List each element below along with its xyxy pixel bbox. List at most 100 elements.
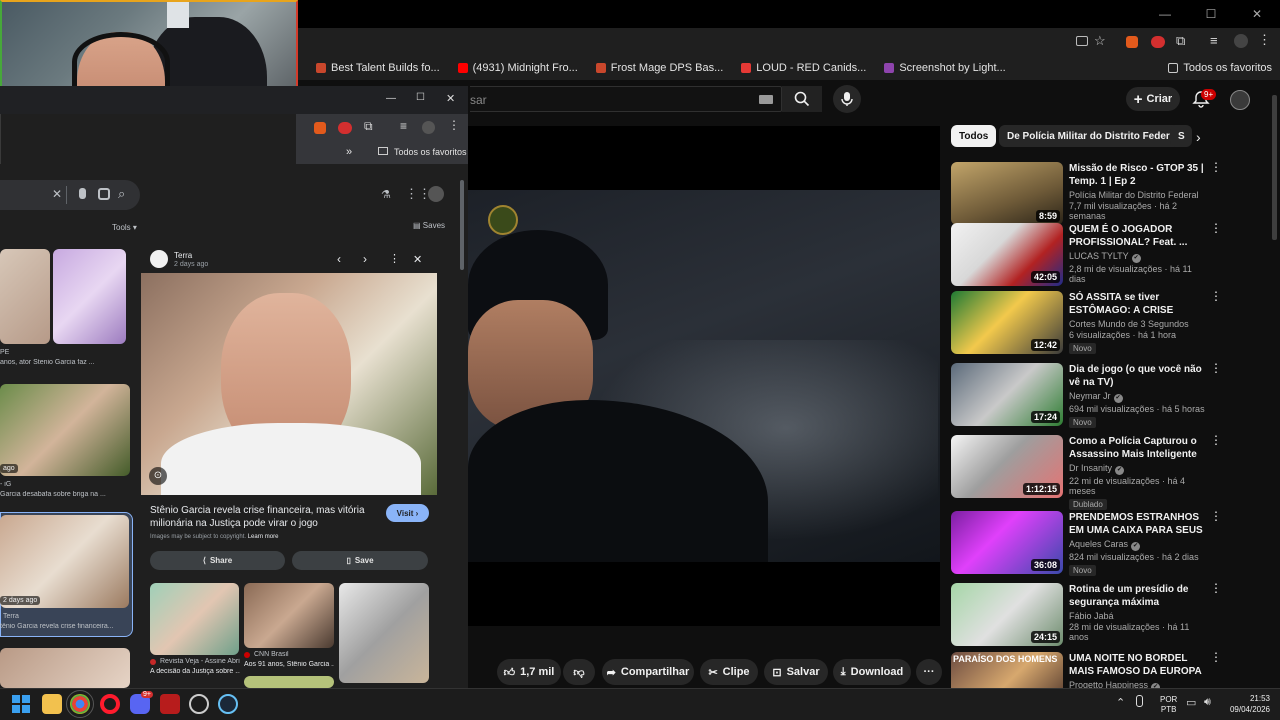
recommendation-item[interactable]: 36:08 PRENDEMOS ESTRANHOS EM UMA CAIXA PA… xyxy=(951,511,1251,576)
recommendation-title[interactable]: QUEM É O JOGADOR PROFISSIONAL? Feat. ... xyxy=(1069,223,1209,249)
search-icon[interactable]: ⌕ xyxy=(118,186,125,202)
recommendation-item[interactable]: 17:24 Dia de jogo (o que você não vê na T… xyxy=(951,363,1251,428)
preview-title[interactable]: Stênio Garcia revela crise financeira, m… xyxy=(150,504,380,530)
bookmark-item[interactable]: LOUD - RED Canids... xyxy=(741,62,866,74)
bookmark-item[interactable]: Frost Mage DPS Bas... xyxy=(595,62,723,74)
save-button[interactable]: ⊡ Salvar xyxy=(764,659,828,685)
more-options-icon[interactable]: ⋮ xyxy=(1210,509,1222,523)
lens-icon[interactable] xyxy=(98,188,110,200)
all-favorites[interactable]: Todos os favoritos xyxy=(1168,62,1272,74)
app-icon[interactable] xyxy=(160,694,180,714)
related-caption[interactable]: Aos 91 anos, Stênio Garcia ... xyxy=(244,661,334,668)
maximize-button[interactable]: ☐ xyxy=(416,92,425,103)
recommendation-thumbnail[interactable]: 12:42 xyxy=(951,291,1063,354)
start-button[interactable] xyxy=(12,695,30,713)
google-avatar[interactable] xyxy=(428,186,444,202)
minimize-button[interactable]: — xyxy=(386,93,396,104)
recommendation-item[interactable]: 12:42 SÓ ASSITA se tiver ESTÔMAGO: A CRIS… xyxy=(951,291,1251,355)
obs-icon[interactable] xyxy=(189,694,209,714)
dislike-button[interactable]: 👎︎ xyxy=(563,659,595,685)
voice-search-button[interactable] xyxy=(833,85,861,113)
result-thumbnail[interactable]: 2 days ago xyxy=(0,515,129,608)
clip-button[interactable]: ✂ Clipe xyxy=(700,659,758,685)
recommendation-title[interactable]: UMA NOITE NO BORDEL MAIS FAMOSO DA EUROP… xyxy=(1069,652,1209,678)
bookmark-item[interactable]: (4931) Midnight Fro... xyxy=(457,62,578,74)
cast-icon[interactable] xyxy=(1076,36,1088,46)
more-actions-button[interactable]: ··· xyxy=(916,659,942,685)
recommendation-title[interactable]: PRENDEMOS ESTRANHOS EM UMA CAIXA PARA SE… xyxy=(1069,511,1209,537)
recommendation-thumbnail[interactable]: 17:24 xyxy=(951,363,1063,426)
related-thumbnail[interactable] xyxy=(150,583,239,655)
chevron-up-icon[interactable]: ⌃ xyxy=(1116,696,1125,709)
related-thumbnail[interactable] xyxy=(244,583,334,648)
language-indicator[interactable]: POR PTB xyxy=(1160,695,1177,715)
user-avatar[interactable] xyxy=(1230,90,1250,110)
related-caption[interactable]: A decisão da Justiça sobre ... xyxy=(150,668,240,675)
recommendation-item[interactable]: 8:59 Missão de Risco - GTOP 35 | Temp. 1 … xyxy=(951,162,1251,226)
recommendation-thumbnail[interactable]: 42:05 xyxy=(951,223,1063,286)
more-options-icon[interactable]: ⋮ xyxy=(1210,581,1222,595)
preview-source[interactable]: Terra xyxy=(174,251,192,260)
bookmark-item[interactable]: Screenshot by Light... xyxy=(884,62,1006,74)
steam-icon[interactable] xyxy=(218,694,238,714)
profile-avatar[interactable] xyxy=(422,121,435,134)
reading-list-icon[interactable]: ≡ xyxy=(400,119,407,133)
maximize-button[interactable]: ☐ xyxy=(1188,0,1234,28)
recommendation-title[interactable]: Como a Polícia Capturou o Assassino Mais… xyxy=(1069,435,1209,461)
recommendation-title[interactable]: SÓ ASSITA se tiver ESTÔMAGO: A CRISE Sil… xyxy=(1069,291,1209,317)
address-bar[interactable]: ☆ ⧉ ≡ ⋮ xyxy=(296,28,1280,56)
result-thumbnail[interactable] xyxy=(0,648,130,688)
youtube-search-input[interactable]: sar xyxy=(470,86,782,112)
profile-avatar[interactable] xyxy=(1234,34,1248,48)
chevron-double-right-icon[interactable]: » xyxy=(346,146,352,158)
related-thumbnail[interactable] xyxy=(244,676,334,688)
search-button[interactable] xyxy=(782,86,822,112)
bookmark-item[interactable]: Best Talent Builds fo... xyxy=(316,62,440,74)
extension-fox-icon[interactable] xyxy=(1126,36,1138,48)
share-button[interactable]: ➦ Compartilhar xyxy=(602,659,694,685)
reading-list-icon[interactable]: ≡ xyxy=(1210,33,1218,48)
recommendation-channel[interactable]: LUCAS TYLTY ✔ xyxy=(1069,251,1209,263)
result-thumbnail[interactable] xyxy=(53,249,126,344)
recommendation-title[interactable]: Dia de jogo (o que você não vê na TV) xyxy=(1069,363,1209,389)
keyboard-icon[interactable] xyxy=(759,95,773,104)
recommendation-thumbnail[interactable]: 8:59 xyxy=(951,162,1063,225)
recommendation-channel[interactable]: Neymar Jr ✔ xyxy=(1069,391,1209,403)
more-options-icon[interactable]: ⋮ xyxy=(389,252,400,265)
network-icon[interactable]: ▭ xyxy=(1186,696,1196,709)
recommendation-title[interactable]: Missão de Risco - GTOP 35 | Temp. 1 | Ep… xyxy=(1069,162,1209,188)
more-options-icon[interactable]: ⋮ xyxy=(1210,289,1222,303)
result-caption[interactable]: anos, ator Stenio Garcia faz ... xyxy=(0,359,130,366)
labs-flask-icon[interactable]: ⚗ xyxy=(381,188,391,201)
recommendation-thumbnail[interactable]: 36:08 xyxy=(951,511,1063,574)
learn-more-link[interactable]: Learn more xyxy=(248,534,279,540)
recommendation-title[interactable]: Rotina de um presídio de segurança máxim… xyxy=(1069,583,1209,609)
recommendation-item[interactable]: 24:15 Rotina de um presídio de segurança … xyxy=(951,583,1251,647)
microphone-icon[interactable] xyxy=(1136,695,1143,707)
google-search-input[interactable]: ✕ ⌕ xyxy=(0,180,140,210)
create-button[interactable]: + Criar xyxy=(1126,87,1180,111)
all-favorites[interactable]: Todos os favoritos xyxy=(394,147,467,157)
recommendation-item[interactable]: 1:12:15 Como a Polícia Capturou o Assassi… xyxy=(951,435,1251,510)
save-button[interactable]: ▯ Save xyxy=(292,551,428,570)
recommendation-channel[interactable]: Aqueles Caras ✔ xyxy=(1069,539,1209,551)
minimize-button[interactable]: — xyxy=(1142,0,1188,28)
chip-more[interactable]: S xyxy=(1170,125,1192,147)
chrome-icon[interactable] xyxy=(66,690,94,718)
menu-kebab-icon[interactable]: ⋮ xyxy=(448,118,460,132)
chip-channel[interactable]: De Polícia Militar do Distrito Federal xyxy=(999,125,1187,147)
more-options-icon[interactable]: ⋮ xyxy=(1210,221,1222,235)
page-scrollbar[interactable] xyxy=(1272,95,1277,240)
close-preview-icon[interactable]: ✕ xyxy=(413,253,422,266)
download-button[interactable]: ⤓ Download xyxy=(833,659,911,685)
more-options-icon[interactable]: ⋮ xyxy=(1210,433,1222,447)
chip-all[interactable]: Todos xyxy=(951,125,997,147)
chevron-right-icon[interactable]: › xyxy=(1196,129,1201,145)
recommendation-channel[interactable]: Dr Insanity ✔ xyxy=(1069,463,1209,475)
extension-fox-icon[interactable] xyxy=(314,122,326,134)
extension-abp-icon[interactable] xyxy=(1151,36,1165,48)
system-clock[interactable]: 21:53 09/04/2026 xyxy=(1222,693,1270,715)
volume-icon[interactable]: 🔊︎ xyxy=(1204,696,1211,709)
result-caption[interactable]: Garcia desabafa sobre briga na ... xyxy=(0,491,130,498)
clear-search-icon[interactable]: ✕ xyxy=(52,187,62,201)
